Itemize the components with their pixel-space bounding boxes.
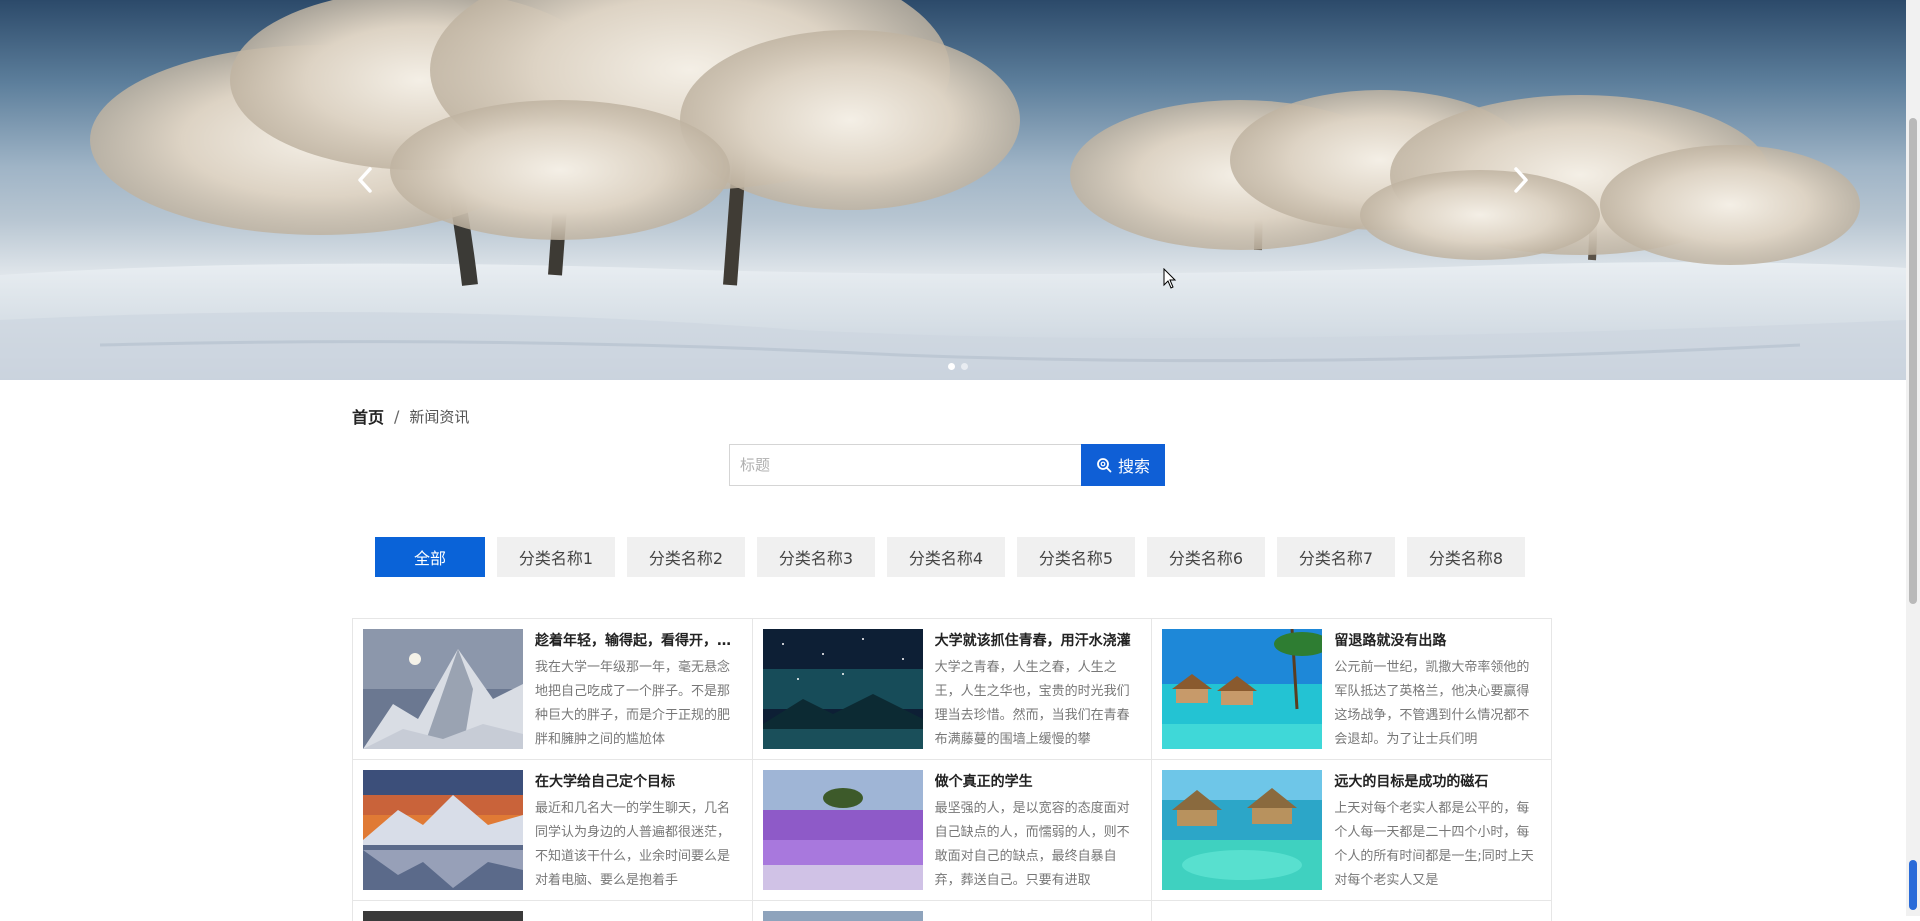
category-tab-3[interactable]: 分类名称3 — [757, 537, 875, 577]
search-button-label: 搜索 — [1117, 457, 1150, 476]
banner-image — [0, 0, 1906, 380]
news-title[interactable]: 大学就该抓住青春，用汗水浇灌 — [935, 630, 1141, 650]
category-label: 分类名称2 — [648, 549, 724, 568]
category-tab-2[interactable]: 分类名称2 — [627, 537, 745, 577]
news-title[interactable]: 留退路就没有出路 — [1334, 630, 1540, 650]
search-button[interactable]: 搜索 — [1081, 444, 1165, 486]
search-bar: 搜索 — [729, 444, 1165, 486]
news-row-partial — [353, 901, 1553, 921]
chevron-right-icon — [1514, 167, 1528, 193]
category-tab-8[interactable]: 分类名称8 — [1407, 537, 1525, 577]
news-card[interactable] — [753, 901, 1153, 921]
news-summary: 上天对每个老实人都是公平的，每个人每一天都是二十四个小时，每个人的所有时间都是一… — [1334, 801, 1534, 888]
category-label: 分类名称4 — [908, 549, 984, 568]
news-title[interactable]: 做个真正的学生 — [935, 771, 1141, 791]
news-card[interactable] — [1152, 901, 1553, 921]
carousel-prev-button[interactable] — [356, 165, 392, 201]
news-card[interactable]: 大学就该抓住青春，用汗水浇灌 大学之青春，人生之春，人生之王，人生之华也，宝贵的… — [752, 619, 1153, 760]
category-tab-all[interactable]: 全部 — [375, 537, 485, 577]
category-tabs: 全部 分类名称1 分类名称2 分类名称3 分类名称4 分类名称5 分类名称6 分… — [375, 537, 1525, 577]
news-thumbnail[interactable] — [1162, 770, 1323, 890]
news-thumbnail[interactable] — [762, 911, 923, 921]
category-tab-4[interactable]: 分类名称4 — [887, 537, 1005, 577]
category-label: 全部 — [413, 549, 446, 568]
category-tab-7[interactable]: 分类名称7 — [1277, 537, 1395, 577]
carousel-next-button[interactable] — [1512, 165, 1548, 201]
category-label: 分类名称3 — [778, 549, 854, 568]
banner-carousel[interactable] — [0, 0, 1906, 380]
scroll-indicator[interactable] — [1909, 860, 1917, 910]
category-tab-6[interactable]: 分类名称6 — [1147, 537, 1265, 577]
category-tab-1[interactable]: 分类名称1 — [497, 537, 615, 577]
carousel-dot[interactable] — [961, 363, 968, 370]
page-scrollbar[interactable] — [1906, 0, 1920, 916]
category-label: 分类名称7 — [1298, 549, 1374, 568]
news-card[interactable]: 留退路就没有出路 公元前一世纪，凯撒大帝率领他的军队抵达了英格兰，他决心要赢得这… — [1152, 619, 1553, 760]
mouse-cursor-icon — [1163, 268, 1177, 289]
category-tab-5[interactable]: 分类名称5 — [1017, 537, 1135, 577]
news-title[interactable]: 趁着年轻，输得起，看得开，走得远 — [535, 630, 741, 650]
breadcrumb-separator: / — [394, 406, 400, 426]
scrollbar-thumb[interactable] — [1909, 118, 1917, 604]
news-thumbnail[interactable] — [1162, 629, 1323, 749]
chevron-left-icon — [358, 167, 372, 193]
news-title[interactable]: 在大学给自己定个目标 — [535, 771, 741, 791]
breadcrumb: 首页 / 新闻资讯 — [352, 404, 469, 428]
search-icon — [1097, 458, 1112, 473]
carousel-dot[interactable] — [948, 363, 955, 370]
news-thumbnail[interactable] — [762, 770, 923, 890]
breadcrumb-current: 新闻资讯 — [409, 407, 470, 426]
news-thumbnail[interactable] — [363, 770, 523, 890]
news-summary: 最近和几名大一的学生聊天，几名同学认为身边的人普遍都很迷茫，不知道该干什么，业余… — [535, 801, 731, 888]
news-thumbnail[interactable] — [363, 629, 523, 749]
news-thumbnail[interactable] — [363, 911, 523, 921]
carousel-indicators — [948, 363, 968, 370]
category-label: 分类名称5 — [1038, 549, 1114, 568]
news-card[interactable]: 在大学给自己定个目标 最近和几名大一的学生聊天，几名同学认为身边的人普遍都很迷茫… — [353, 760, 753, 901]
news-summary: 公元前一世纪，凯撒大帝率领他的军队抵达了英格兰，他决心要赢得这场战争，不管遇到什… — [1334, 660, 1530, 747]
news-card[interactable]: 远大的目标是成功的磁石 上天对每个老实人都是公平的，每个人每一天都是二十四个小时… — [1152, 760, 1553, 901]
news-summary: 最坚强的人，是以宽容的态度面对自己缺点的人，而懦弱的人，则不敢面对自己的缺点，最… — [934, 801, 1130, 888]
news-card[interactable]: 做个真正的学生 最坚强的人，是以宽容的态度面对自己缺点的人，而懦弱的人，则不敢面… — [752, 760, 1153, 901]
title-search-input[interactable] — [729, 444, 1081, 486]
news-card[interactable] — [353, 901, 753, 921]
category-label: 分类名称1 — [518, 549, 594, 568]
news-summary: 大学之青春，人生之春，人生之王，人生之华也，宝贵的时光我们理当去珍惜。然而，当我… — [934, 660, 1130, 747]
news-summary: 我在大学一年级那一年，毫无悬念地把自己吃成了一个胖子。不是那种巨大的胖子，而是介… — [535, 660, 731, 747]
news-title[interactable]: 远大的目标是成功的磁石 — [1334, 771, 1540, 791]
news-list: 趁着年轻，输得起，看得开，走得远 我在大学一年级那一年，毫无悬念地把自己吃成了一… — [352, 618, 1553, 921]
breadcrumb-home[interactable]: 首页 — [352, 404, 384, 428]
category-label: 分类名称6 — [1168, 549, 1244, 568]
news-card[interactable]: 趁着年轻，输得起，看得开，走得远 我在大学一年级那一年，毫无悬念地把自己吃成了一… — [353, 619, 753, 760]
category-label: 分类名称8 — [1428, 549, 1504, 568]
news-thumbnail[interactable] — [762, 629, 923, 749]
